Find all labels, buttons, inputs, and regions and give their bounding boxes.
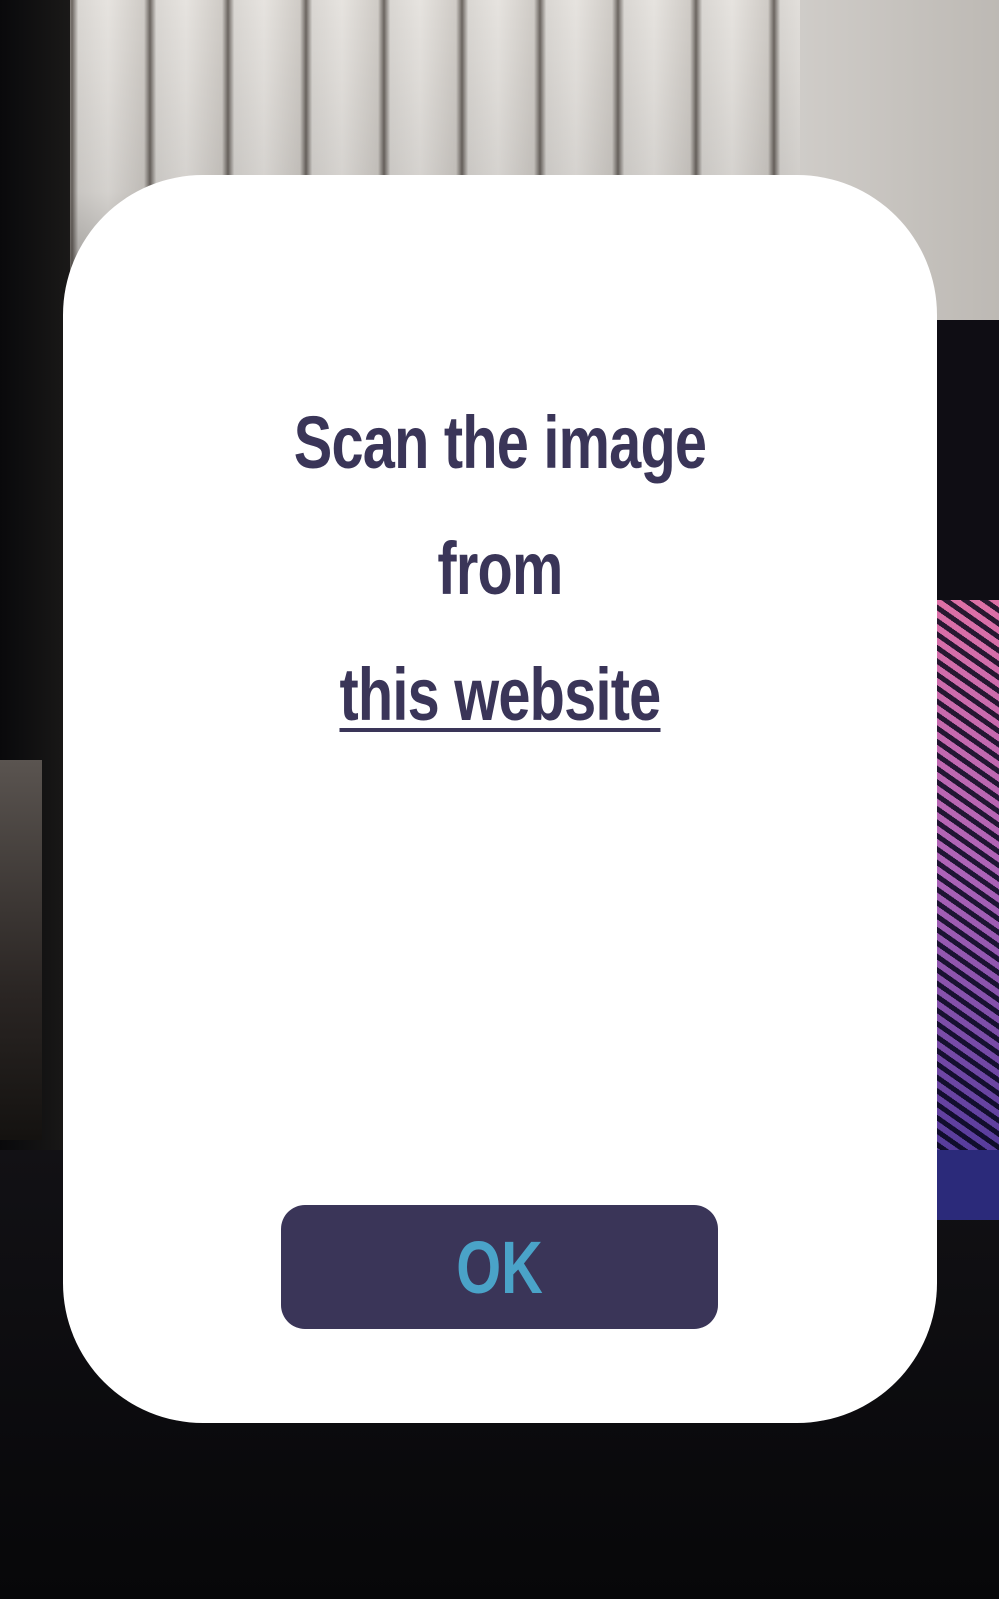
website-link[interactable]: this website bbox=[339, 653, 661, 736]
monitor-screen bbox=[930, 600, 999, 1150]
dialog-title: Scan the image from this website bbox=[159, 380, 841, 758]
scan-dialog: Scan the image from this website OK bbox=[63, 175, 937, 1423]
title-line-1: Scan the image bbox=[293, 401, 707, 484]
title-line-3: this website bbox=[159, 632, 841, 758]
monitor-screen-edge bbox=[930, 1150, 999, 1220]
title-line-2: from bbox=[437, 527, 563, 610]
ok-button-label: OK bbox=[456, 1225, 543, 1309]
left-object bbox=[0, 760, 42, 1140]
ok-button[interactable]: OK bbox=[281, 1205, 718, 1329]
